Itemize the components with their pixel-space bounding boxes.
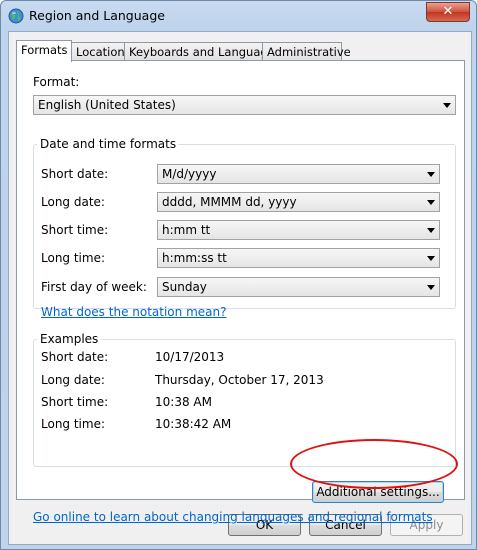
- example-short-date-value: 10/17/2013: [155, 350, 225, 364]
- long-date-value: dddd, MMMM dd, yyyy: [162, 195, 297, 209]
- globe-icon: [8, 8, 24, 24]
- first-day-of-week-dropdown[interactable]: Sunday: [157, 277, 440, 297]
- region-language-window: Region and Language ✕ Formats Location K…: [0, 0, 477, 550]
- example-long-time-label: Long time:: [41, 417, 106, 431]
- short-time-value: h:mm tt: [162, 223, 211, 237]
- close-icon: ✕: [442, 4, 454, 19]
- long-date-dropdown[interactable]: dddd, MMMM dd, yyyy: [157, 192, 440, 212]
- first-day-of-week-label: First day of week:: [41, 280, 147, 294]
- first-day-of-week-value: Sunday: [162, 280, 207, 294]
- date-time-formats-title: Date and time formats: [37, 137, 180, 151]
- example-short-time-label: Short time:: [41, 395, 109, 409]
- tab-location[interactable]: Location: [71, 42, 125, 61]
- title-bar[interactable]: Region and Language ✕: [1, 1, 476, 31]
- format-value: English (United States): [38, 98, 176, 112]
- long-time-dropdown[interactable]: h:mm:ss tt: [157, 248, 440, 268]
- short-date-value: M/d/yyyy: [162, 167, 217, 181]
- long-date-label: Long date:: [41, 195, 105, 209]
- long-time-label: Long time:: [41, 251, 106, 265]
- chevron-down-icon: [427, 285, 435, 290]
- example-long-date-value: Thursday, October 17, 2013: [155, 373, 324, 387]
- format-dropdown[interactable]: English (United States): [33, 95, 456, 115]
- short-date-label: Short date:: [41, 167, 109, 181]
- formats-tab-panel: Format: English (United States) Date and…: [16, 60, 465, 524]
- window-title: Region and Language: [29, 8, 165, 23]
- format-label: Format:: [33, 75, 80, 89]
- short-time-label: Short time:: [41, 223, 109, 237]
- tab-keyboards-and-languages[interactable]: Keyboards and Languages: [124, 42, 281, 61]
- chevron-down-icon: [427, 172, 435, 177]
- example-long-time-value: 10:38:42 AM: [155, 417, 232, 431]
- short-time-dropdown[interactable]: h:mm tt: [157, 220, 440, 240]
- chevron-down-icon: [427, 256, 435, 261]
- chevron-down-icon: [443, 103, 451, 108]
- examples-title: Examples: [37, 332, 102, 346]
- example-short-date-label: Short date:: [41, 350, 109, 364]
- long-time-value: h:mm:ss tt: [162, 251, 227, 265]
- online-help-link[interactable]: Go online to learn about changing langua…: [33, 510, 433, 524]
- tab-formats[interactable]: Formats: [16, 40, 72, 62]
- red-annotation-ellipse: [290, 439, 458, 489]
- short-date-dropdown[interactable]: M/d/yyyy: [157, 164, 440, 184]
- example-short-time-value: 10:38 AM: [155, 395, 212, 409]
- tab-administrative[interactable]: Administrative: [262, 42, 351, 61]
- chevron-down-icon: [427, 228, 435, 233]
- example-long-date-label: Long date:: [41, 373, 105, 387]
- notation-help-link[interactable]: What does the notation mean?: [41, 305, 226, 319]
- chevron-down-icon: [427, 200, 435, 205]
- close-button[interactable]: ✕: [426, 2, 470, 22]
